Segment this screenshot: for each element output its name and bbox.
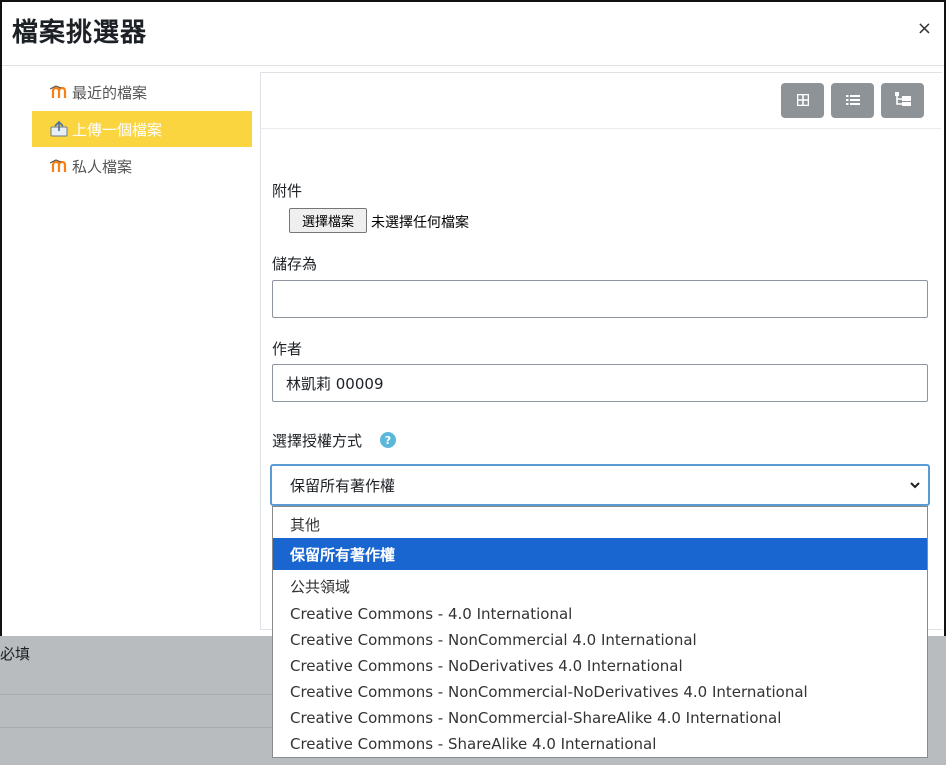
sidebar-item-upload-file[interactable]: 上傳一個檔案 (32, 111, 252, 147)
license-label: 選擇授權方式 (272, 432, 363, 450)
license-option[interactable]: Creative Commons - NonCommercial 4.0 Int… (273, 627, 927, 653)
author-input[interactable]: 林凱莉 00009 (272, 364, 928, 402)
license-option[interactable]: Creative Commons - NonCommercial-NoDeriv… (273, 679, 927, 705)
license-option[interactable]: Creative Commons - NoDerivatives 4.0 Int… (273, 653, 927, 679)
dialog-header: 檔案挑選器 × (2, 2, 944, 66)
author-label: 作者 (272, 340, 303, 358)
license-option[interactable]: 公共領域 (273, 571, 927, 601)
moodle-icon (50, 84, 68, 100)
license-option[interactable]: Creative Commons - ShareAlike 4.0 Intern… (273, 731, 927, 757)
grid-view-button[interactable] (781, 83, 824, 118)
save-as-label: 儲存為 (272, 255, 318, 273)
list-view-icon (845, 91, 860, 110)
sidebar-item-label: 私人檔案 (72, 157, 133, 176)
save-as-input[interactable] (272, 280, 928, 318)
help-icon[interactable]: ? (380, 432, 396, 448)
choose-file-button[interactable]: 選擇檔案 (289, 208, 367, 233)
sidebar-item-private-files[interactable]: 私人檔案 (32, 148, 252, 184)
license-option[interactable]: 其他 (273, 509, 927, 539)
license-select[interactable]: 保留所有著作權 (270, 464, 930, 506)
required-note: 必填 (0, 645, 31, 663)
license-option[interactable]: Creative Commons - 4.0 International (273, 601, 927, 627)
background-divider (0, 694, 272, 695)
attachment-label: 附件 (272, 182, 303, 200)
sidebar-item-label: 最近的檔案 (72, 83, 148, 102)
dialog-title: 檔案挑選器 (12, 18, 148, 48)
background-divider (0, 727, 272, 728)
no-file-status: 未選擇任何檔案 (371, 215, 469, 231)
repository-sidebar: 最近的檔案 上傳一個檔案 私人檔案 (32, 74, 252, 185)
sidebar-item-label: 上傳一個檔案 (72, 120, 163, 139)
chevron-down-icon (908, 478, 922, 492)
sidebar-item-recent-files[interactable]: 最近的檔案 (32, 74, 252, 110)
tree-view-button[interactable] (881, 83, 924, 118)
license-option-selected[interactable]: 保留所有著作權 (273, 538, 927, 570)
grid-view-icon (796, 91, 809, 110)
moodle-icon (50, 158, 68, 174)
close-button[interactable]: × (917, 20, 932, 38)
list-view-button[interactable] (831, 83, 874, 118)
upload-icon (50, 121, 68, 137)
view-toolbar (261, 73, 941, 129)
license-dropdown-list: 其他 保留所有著作權 公共領域 Creative Commons - 4.0 I… (272, 506, 928, 758)
license-selected-value: 保留所有著作權 (290, 476, 396, 495)
tree-view-icon (894, 91, 911, 110)
license-option[interactable]: Creative Commons - NonCommercial-ShareAl… (273, 705, 927, 731)
